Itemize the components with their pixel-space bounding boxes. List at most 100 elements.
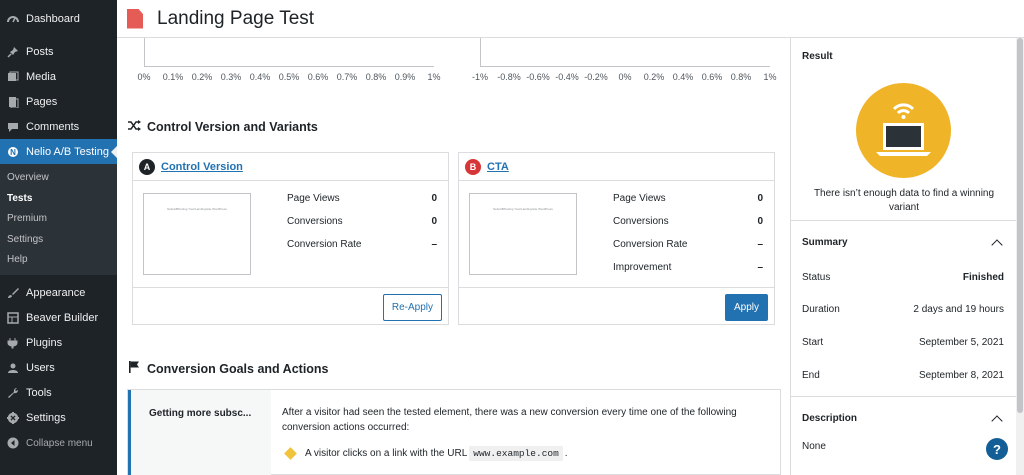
document-icon: [127, 8, 143, 29]
wrench-icon: [6, 386, 20, 400]
menu-plugins[interactable]: Plugins: [0, 331, 117, 356]
menu-comments[interactable]: Comments: [0, 114, 117, 139]
chart-tick-label: -0.4%: [555, 72, 579, 82]
media-icon: [6, 70, 20, 84]
chart-tick-label: 1%: [427, 72, 441, 82]
action-prefix: A visitor clicks on a link with the URL: [305, 448, 468, 459]
admin-sidebar: Dashboard Posts Media Pages Comments N N…: [0, 0, 117, 475]
cta-preview-thumbnail[interactable]: NelioABTesting Your/Landing/site WordPre…: [469, 193, 577, 275]
help-button[interactable]: ?: [986, 438, 1008, 460]
menu-pages[interactable]: Pages: [0, 89, 117, 114]
click-action-icon: [284, 447, 297, 460]
pin-icon: [6, 45, 20, 59]
menu-media[interactable]: Media: [0, 64, 117, 89]
summary-row-duration: Duration 2 days and 19 hours: [802, 304, 1004, 315]
chart-tick-label: 0.2%: [191, 72, 213, 82]
menu-tools[interactable]: Tools: [0, 381, 117, 406]
menu-dashboard[interactable]: Dashboard: [0, 6, 117, 31]
chart-tick-label: 0.4%: [249, 72, 271, 82]
stat-label: Improvement: [613, 262, 672, 273]
submenu-help[interactable]: Help: [0, 250, 117, 271]
summary-row-end: End September 8, 2021: [802, 370, 1004, 381]
improvement-chart: -1% -0.8% -0.6% -0.4% -0.2% 0% 0.2% 0.4% 0.6% 0.8…: [472, 38, 777, 88]
menu-dashboard-label: Dashboard: [26, 12, 80, 25]
collapse-icon: [6, 436, 20, 450]
menu-settings[interactable]: Settings: [0, 406, 117, 431]
chart-tick-label: 0.9%: [394, 72, 416, 82]
collapse-menu-button[interactable]: Collapse menu: [0, 431, 117, 456]
variants-section-heading: Control Version and Variants: [127, 120, 318, 134]
summary-label: Start: [802, 337, 824, 348]
menu-posts[interactable]: Posts: [0, 39, 117, 64]
brush-icon: [6, 286, 20, 300]
control-version-link[interactable]: Control Version: [161, 161, 243, 173]
summary-title[interactable]: Summary: [802, 237, 848, 248]
control-stats: Page Views 0 Conversions 0 Conversion Rate…: [287, 193, 437, 262]
apply-button[interactable]: Apply: [724, 294, 768, 321]
stat-value: –: [757, 262, 763, 273]
goal-tab[interactable]: Getting more subsc...: [128, 390, 271, 475]
menu-appearance[interactable]: Appearance: [0, 281, 117, 306]
summary-label: End: [802, 370, 820, 381]
summary-row-start: Start September 5, 2021: [802, 337, 1004, 348]
scrollbar[interactable]: [1016, 38, 1024, 475]
menu-nelio-ab-testing[interactable]: N Nelio A/B Testing: [0, 139, 117, 164]
scrollbar-thumb[interactable]: [1017, 38, 1023, 413]
cta-variant-link[interactable]: CTA: [487, 161, 509, 173]
conversion-rate-chart: 0% 0.1% 0.2% 0.3% 0.4% 0.5% 0.6% 0.7% 0.8% 0.9% 1%: [137, 38, 441, 88]
summary-label: Status: [802, 272, 831, 283]
stat-value: 0: [431, 193, 437, 204]
variant-badge-b: B: [465, 158, 481, 175]
chevron-up-icon[interactable]: [991, 415, 1003, 427]
collapse-menu-label: Collapse menu: [26, 437, 93, 449]
conversion-goals-panel: Getting more subsc... After a visitor ha…: [127, 389, 781, 475]
chart-tick-label: -1%: [471, 72, 489, 82]
card-footer: Re-Apply: [133, 287, 448, 324]
action-url: www.example.com: [469, 446, 563, 461]
chart-baseline: [144, 66, 434, 67]
goal-name: Getting more subsc...: [149, 408, 252, 419]
comments-icon: [6, 120, 20, 134]
chart-tick-label: 0.2%: [643, 72, 665, 82]
stat-value: 0: [757, 216, 763, 227]
page-title: Landing Page Test: [157, 7, 315, 29]
chart-tick-label: 0%: [618, 72, 632, 82]
chart-tick-label: 0.3%: [220, 72, 242, 82]
submenu-settings[interactable]: Settings: [0, 230, 117, 251]
chevron-up-icon[interactable]: [991, 239, 1003, 251]
summary-value: Finished: [962, 272, 1004, 283]
description-text: None: [802, 441, 826, 452]
description-title[interactable]: Description: [802, 413, 857, 424]
submenu-premium[interactable]: Premium: [0, 209, 117, 230]
menu-nelio-label: Nelio A/B Testing: [26, 145, 109, 158]
chart-tick-label: -0.8%: [497, 72, 521, 82]
menu-pages-label: Pages: [26, 95, 58, 108]
stat-row: Conversion Rate –: [287, 239, 437, 262]
menu-beaver-label: Beaver Builder: [26, 312, 99, 324]
stat-label: Conversion Rate: [613, 239, 688, 250]
result-title: Result: [802, 51, 833, 62]
chart-axis-line: [144, 38, 145, 66]
summary-value: September 8, 2021: [918, 370, 1004, 381]
submenu-tests[interactable]: Tests: [0, 189, 117, 210]
control-preview-thumbnail[interactable]: NelioABTesting Your/Landing/site WordPre…: [143, 193, 251, 275]
chart-tick-label: 0.8%: [365, 72, 387, 82]
chart-tick-label: 0.1%: [162, 72, 184, 82]
stat-row: Page Views 0: [287, 193, 437, 216]
menu-users-label: Users: [26, 362, 55, 374]
menu-beaver-builder[interactable]: Beaver Builder: [0, 306, 117, 331]
chart-tick-label: 0.5%: [278, 72, 300, 82]
shuffle-icon: [127, 120, 141, 134]
menu-tools-label: Tools: [26, 387, 52, 399]
action-suffix: .: [564, 448, 568, 459]
results-sidebar: Result There isn’t enough data to find a…: [790, 38, 1017, 475]
menu-users[interactable]: Users: [0, 356, 117, 381]
stat-row: Page Views 0: [613, 193, 763, 216]
cta-stats: Page Views 0 Conversions 0 Conversion Rate…: [613, 193, 763, 285]
re-apply-button[interactable]: Re-Apply: [382, 294, 442, 321]
submenu-overview[interactable]: Overview: [0, 168, 117, 189]
users-icon: [6, 361, 20, 375]
summary-row-status: Status Finished: [802, 272, 1004, 283]
summary-value: 2 days and 19 hours: [913, 304, 1004, 315]
summary-label: Duration: [802, 304, 840, 315]
